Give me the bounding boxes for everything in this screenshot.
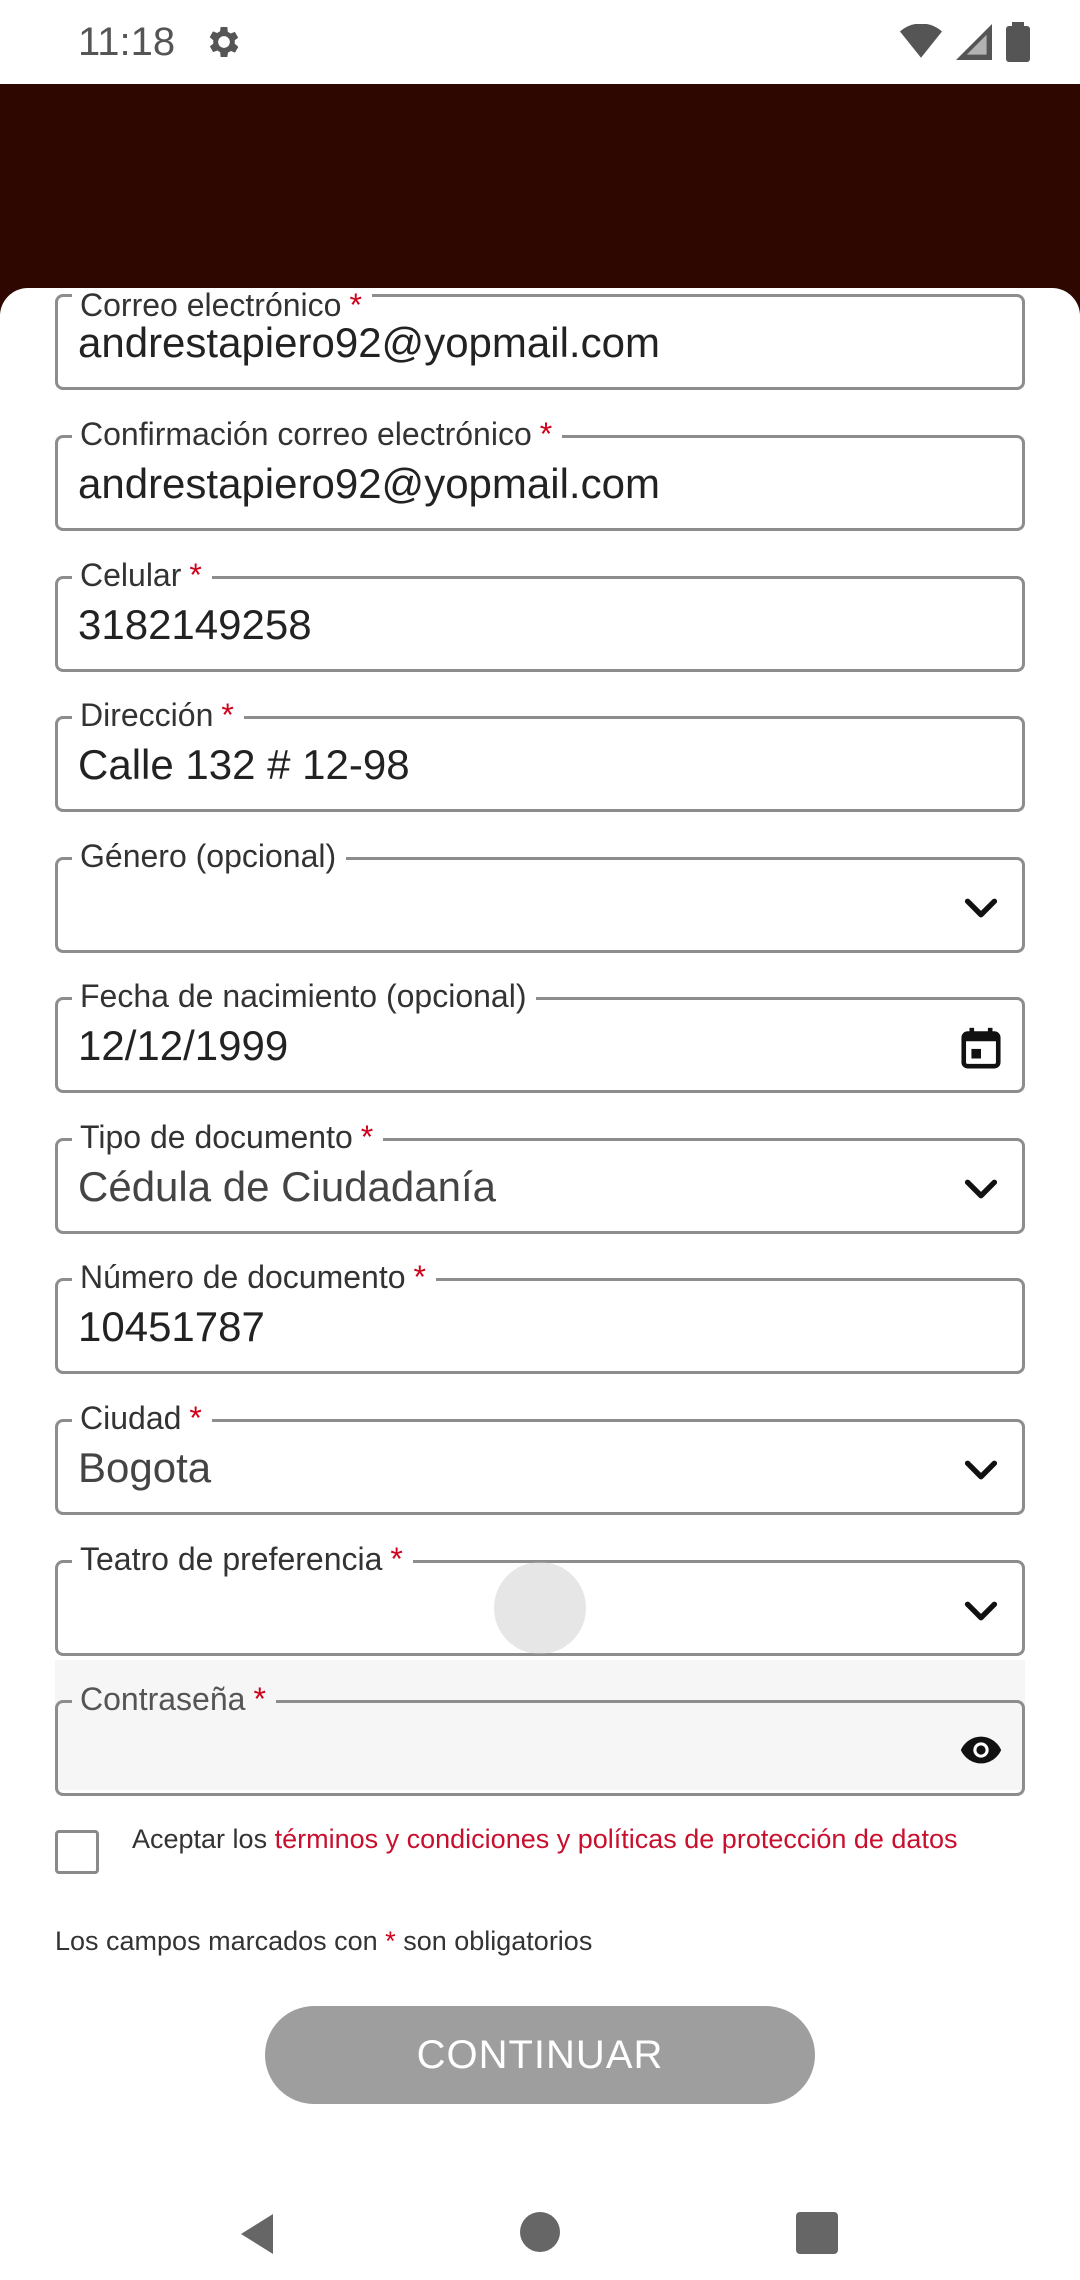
gender-select[interactable]: Género (opcional)	[55, 836, 1025, 953]
address-label: Dirección *	[72, 695, 244, 735]
document-number-value: 10451787	[78, 1303, 265, 1350]
document-type-value: Cédula de Ciudadanía	[78, 1163, 496, 1210]
terms-text: Aceptar los términos y condiciones y pol…	[132, 1824, 958, 1854]
header-banner	[0, 84, 1080, 314]
gear-icon	[209, 27, 239, 57]
chevron-down-icon	[964, 1601, 998, 1621]
status-icons	[900, 22, 1030, 62]
home-icon[interactable]	[520, 2212, 560, 2252]
eye-icon[interactable]	[958, 1727, 1004, 1773]
birthdate-value: 12/12/1999	[78, 1022, 289, 1069]
document-type-select[interactable]: Tipo de documento * Cédula de Ciudadanía	[55, 1117, 1025, 1234]
city-select[interactable]: Ciudad * Bogota	[55, 1398, 1025, 1515]
city-label: Ciudad *	[72, 1398, 212, 1438]
document-number-field[interactable]: Número de documento * 10451787	[55, 1257, 1025, 1374]
battery-icon	[1006, 22, 1030, 62]
gender-label: Género (opcional)	[72, 836, 347, 876]
password-label: Contraseña *	[72, 1679, 276, 1719]
chevron-down-icon	[964, 1460, 998, 1480]
address-field[interactable]: Dirección * Calle 132 # 12-98	[55, 695, 1025, 812]
birthdate-label: Fecha de nacimiento (opcional)	[72, 976, 537, 1016]
wifi-icon	[900, 24, 942, 58]
required-fields-note: Los campos marcados con * son obligatori…	[55, 1926, 593, 1956]
registration-form-sheet: Correo electrónico * andrestapiero92@yopm…	[0, 288, 1080, 2280]
touch-indicator	[494, 1562, 586, 1654]
document-type-label: Tipo de documento *	[72, 1117, 384, 1157]
continue-button[interactable]: CONTINUAR	[265, 2006, 815, 2104]
phone-field[interactable]: Celular * 3182149258	[55, 555, 1025, 672]
chevron-down-icon	[964, 898, 998, 918]
email-confirm-field[interactable]: Confirmación correo electrónico * andrest…	[55, 414, 1025, 531]
birthdate-field[interactable]: Fecha de nacimiento (opcional) 12/12/199…	[55, 976, 1025, 1093]
city-value: Bogota	[78, 1444, 212, 1491]
back-icon[interactable]	[236, 2212, 278, 2256]
phone-value: 3182149258	[78, 601, 312, 648]
signal-icon	[956, 24, 992, 60]
email-value: andrestapiero92@yopmail.com	[78, 319, 660, 366]
chevron-down-icon	[964, 1179, 998, 1199]
status-time: 11:18	[78, 20, 176, 64]
terms-checkbox[interactable]	[55, 1830, 99, 1874]
preferred-theater-label: Teatro de preferencia *	[72, 1539, 413, 1579]
calendar-icon[interactable]	[958, 1024, 1004, 1070]
email-confirm-label: Confirmación correo electrónico *	[72, 414, 563, 454]
email-confirm-value: andrestapiero92@yopmail.com	[78, 460, 660, 507]
address-value: Calle 132 # 12-98	[78, 741, 410, 788]
system-nav-bar	[0, 2160, 1080, 2280]
terms-link[interactable]: términos y condiciones y políticas de pr…	[275, 1824, 958, 1854]
password-field[interactable]: Contraseña *	[55, 1679, 1025, 1796]
phone-label: Celular *	[72, 555, 212, 595]
recents-icon[interactable]	[796, 2212, 838, 2254]
document-number-label: Número de documento *	[72, 1257, 436, 1297]
status-bar: 11:18	[0, 0, 1080, 84]
email-field[interactable]: Correo electrónico * andrestapiero92@yopm…	[55, 288, 1025, 390]
